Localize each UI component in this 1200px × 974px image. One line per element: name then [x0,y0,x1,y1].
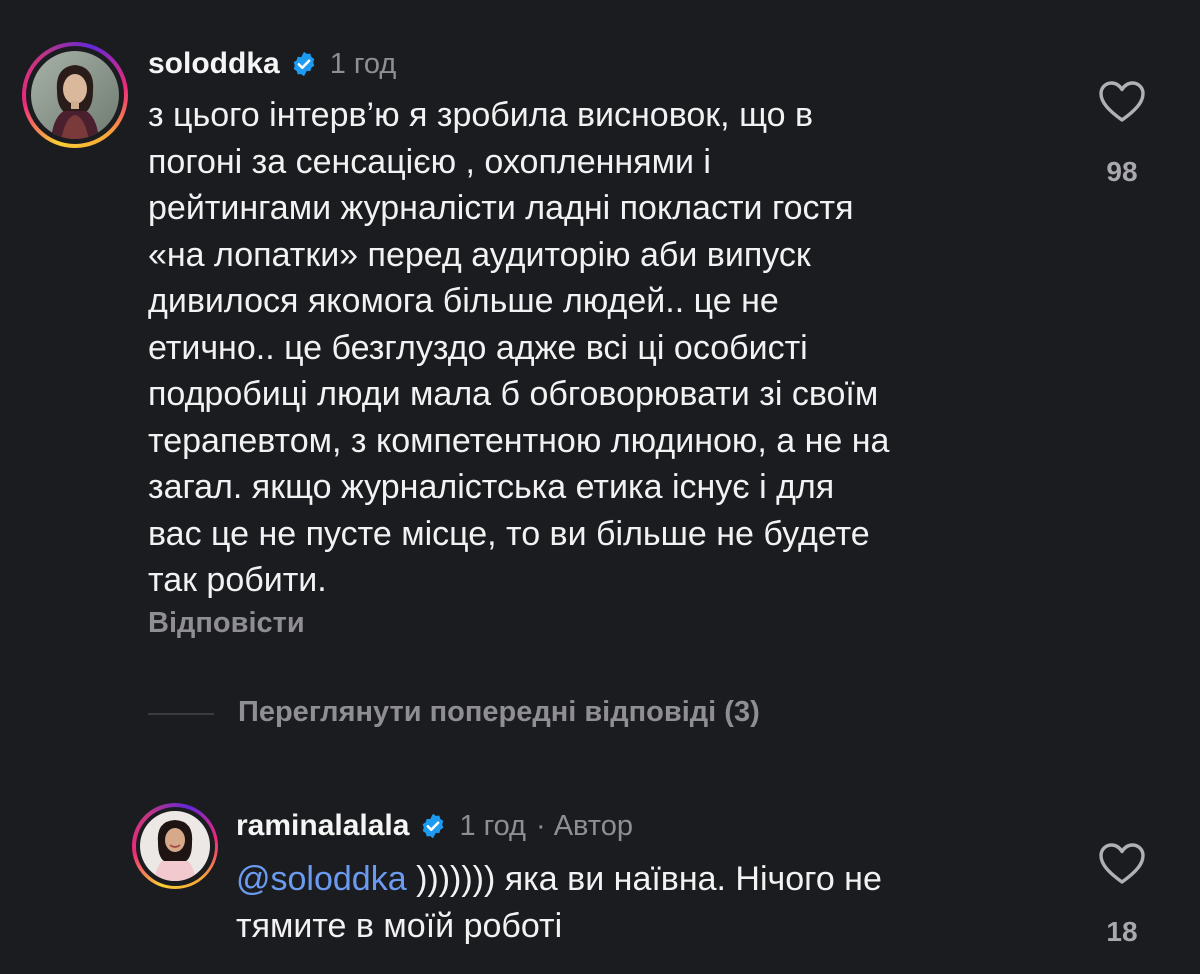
comment-text: @soloddka ))))))) яка ви наївна. Нічого … [236,860,882,945]
like-control: 98 [1088,80,1156,188]
username[interactable]: raminalalala [236,809,409,843]
heart-icon[interactable] [1098,80,1146,124]
comment-header: raminalalala 1 год · Автор [236,806,633,846]
avatar-photo [140,811,210,881]
verified-badge-icon [423,813,444,839]
username[interactable]: soloddka [148,47,280,81]
timestamp: 1 год [459,809,526,842]
view-previous-replies-button[interactable]: Переглянути попередні відповіді (3) [238,696,760,729]
like-control: 18 [1088,842,1156,948]
reply-button[interactable]: Відповісти [148,607,305,640]
avatar-photo [31,51,119,139]
timestamp: 1 год [329,47,397,80]
heart-icon[interactable] [1098,842,1146,886]
comment-header: soloddka 1 год [148,44,396,84]
author-badge: · Автор [535,809,634,842]
comment-text: з цього інтерв’ю я зробила висновок, що … [148,96,890,599]
like-count: 98 [1106,156,1138,187]
comments-screen: soloddka 1 год з цього інтерв’ю я зробил… [0,0,1200,974]
avatar-soloddka[interactable] [22,42,128,148]
verified-badge-icon [293,51,314,77]
avatar-raminalalala[interactable] [132,803,218,889]
thread-line [148,713,214,715]
like-count: 18 [1106,916,1138,947]
mention-link[interactable]: @soloddka [236,860,407,898]
